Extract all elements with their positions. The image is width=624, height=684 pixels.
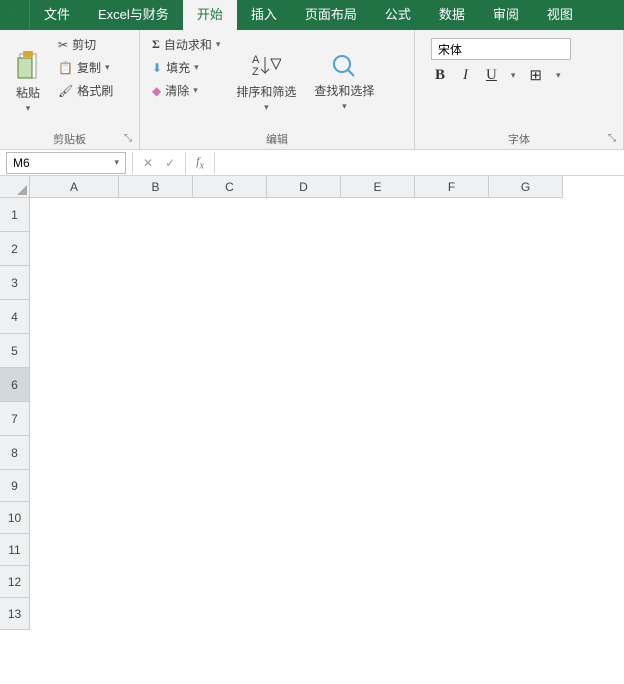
row-header-4[interactable]: 4: [0, 300, 30, 334]
row-header-9[interactable]: 9: [0, 470, 30, 502]
copy-button[interactable]: 📋复制▾: [54, 57, 117, 78]
ribbon-expand[interactable]: [0, 0, 30, 30]
row-header-6[interactable]: 6: [0, 368, 30, 402]
tab-7[interactable]: 审阅: [479, 0, 533, 30]
sort-filter-button[interactable]: AZ 排序和筛选▾: [230, 34, 302, 129]
font-group-label: 字体: [423, 129, 615, 149]
svg-text:Z: Z: [252, 66, 259, 78]
paste-label: 粘贴: [16, 84, 40, 101]
chevron-down-icon: ▾: [26, 103, 31, 114]
cut-button[interactable]: ✂剪切: [54, 34, 117, 55]
row-header-1[interactable]: 1: [0, 198, 30, 232]
font-launcher[interactable]: ⤡: [605, 131, 619, 145]
italic-button[interactable]: I: [459, 65, 472, 86]
confirm-formula-button[interactable]: ✓: [165, 156, 175, 170]
paste-button[interactable]: 粘贴 ▾: [8, 34, 48, 129]
row-header-12[interactable]: 12: [0, 566, 30, 598]
autosum-button[interactable]: Σ自动求和▾: [148, 34, 224, 55]
row-header-3[interactable]: 3: [0, 266, 30, 300]
row-header-2[interactable]: 2: [0, 232, 30, 266]
tab-2[interactable]: 开始: [183, 0, 237, 30]
cancel-formula-button[interactable]: ✕: [143, 156, 153, 170]
row-header-7[interactable]: 7: [0, 402, 30, 436]
clear-button[interactable]: ◆清除▾: [148, 80, 224, 101]
tab-8[interactable]: 视图: [533, 0, 587, 30]
tab-5[interactable]: 公式: [371, 0, 425, 30]
tab-6[interactable]: 数据: [425, 0, 479, 30]
svg-text:A: A: [252, 54, 260, 66]
row-header-10[interactable]: 10: [0, 502, 30, 534]
clipboard-launcher[interactable]: ⤡: [121, 131, 135, 145]
border-button[interactable]: ⊞: [525, 64, 546, 87]
scissors-icon: ✂: [58, 38, 68, 52]
col-header-F[interactable]: F: [415, 176, 489, 198]
col-header-A[interactable]: A: [30, 176, 119, 198]
tab-1[interactable]: Excel与财务: [84, 0, 183, 30]
row-header-5[interactable]: 5: [0, 334, 30, 368]
editing-group-label: 编辑: [148, 129, 406, 149]
copy-icon: 📋: [58, 61, 73, 75]
sigma-icon: Σ: [152, 37, 160, 52]
tab-0[interactable]: 文件: [30, 0, 84, 30]
brush-icon: 🖌: [58, 84, 73, 98]
underline-button[interactable]: U: [482, 65, 501, 86]
select-all[interactable]: [0, 176, 30, 198]
fill-button[interactable]: ⬇填充▾: [148, 57, 224, 78]
fill-icon: ⬇: [152, 61, 162, 75]
row-header-11[interactable]: 11: [0, 534, 30, 566]
row-header-8[interactable]: 8: [0, 436, 30, 470]
format-painter-button[interactable]: 🖌格式刷: [54, 80, 117, 101]
col-header-C[interactable]: C: [193, 176, 267, 198]
col-header-E[interactable]: E: [341, 176, 415, 198]
name-box[interactable]: M6▾: [6, 152, 126, 174]
col-header-G[interactable]: G: [489, 176, 563, 198]
tab-3[interactable]: 插入: [237, 0, 291, 30]
col-header-D[interactable]: D: [267, 176, 341, 198]
eraser-icon: ◆: [152, 84, 161, 98]
clipboard-group-label: 剪贴板: [8, 129, 131, 149]
bold-button[interactable]: B: [431, 65, 449, 86]
col-header-B[interactable]: B: [119, 176, 193, 198]
find-select-button[interactable]: 查找和选择▾: [308, 34, 380, 129]
fx-icon: fx: [186, 154, 214, 171]
row-header-13[interactable]: 13: [0, 598, 30, 630]
font-name-select[interactable]: 宋体: [431, 38, 571, 60]
tab-4[interactable]: 页面布局: [291, 0, 371, 30]
formula-bar[interactable]: [214, 152, 624, 174]
chevron-down-icon: ▾: [114, 157, 119, 168]
